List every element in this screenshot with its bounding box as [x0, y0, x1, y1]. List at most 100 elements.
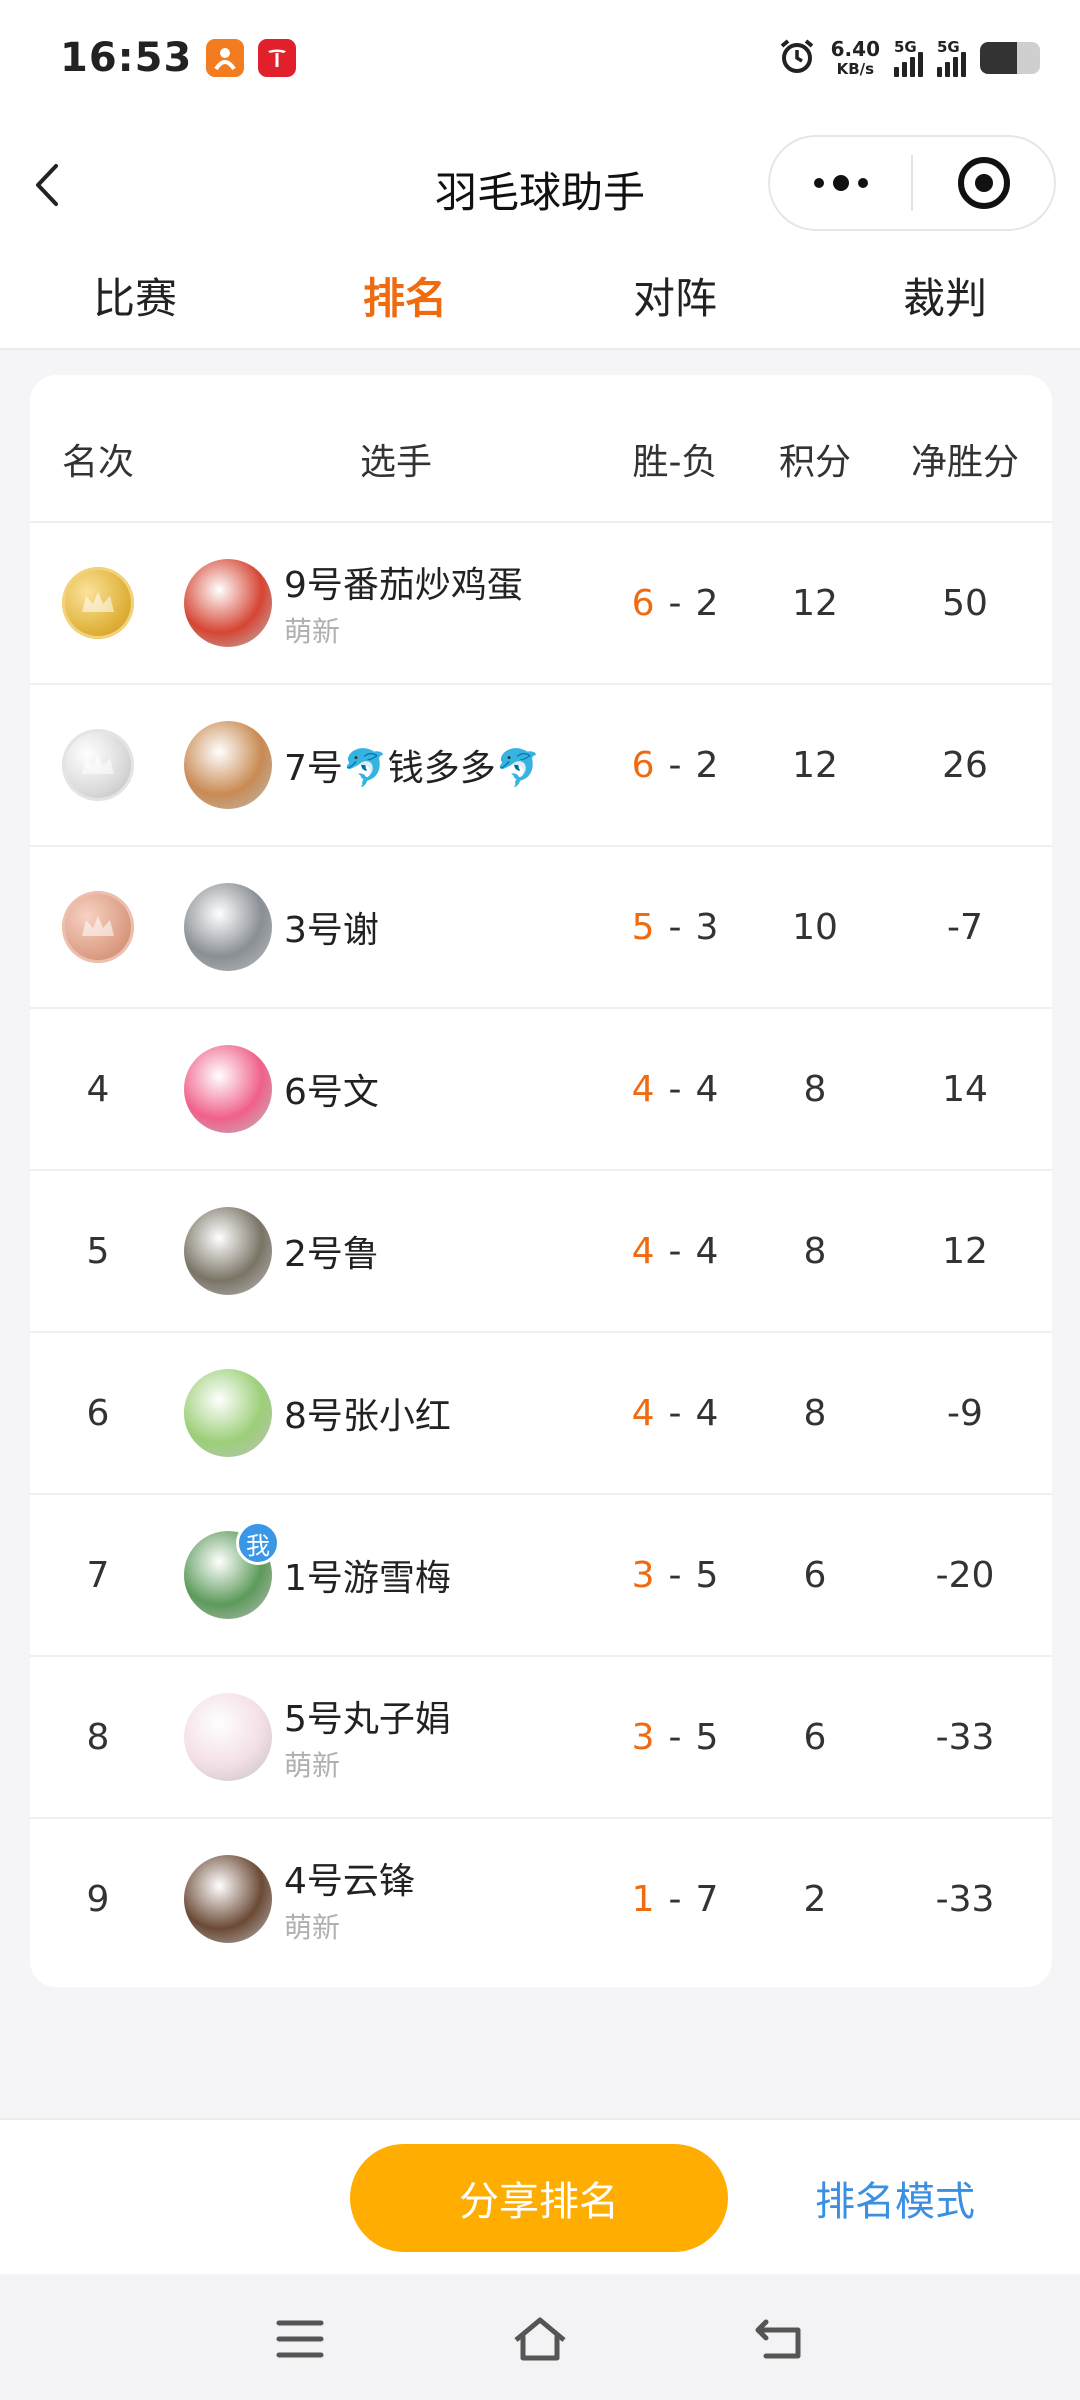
player-name: 6号文 — [284, 1072, 379, 1113]
close-miniprogram-button[interactable] — [913, 137, 1054, 229]
table-row[interactable]: 4 6号文 4-4 8 14 — [30, 1009, 1052, 1171]
win-loss-separator: - — [668, 1554, 682, 1596]
win-loss-separator: - — [668, 1392, 682, 1434]
player-avatar[interactable] — [184, 1693, 272, 1781]
player-avatar[interactable] — [184, 559, 272, 647]
win-loss-separator: - — [668, 1878, 682, 1920]
player-info: 4号云锋萌新 — [284, 1819, 415, 1979]
losses: 5 — [695, 1716, 719, 1758]
ranking-table: 名次 选手 胜-负 积分 净胜分 9号番茄炒鸡蛋 萌新 6-2 12 50 7号🐬钱多多🐬… — [30, 375, 1052, 1987]
rank-number: 4 — [86, 1068, 110, 1110]
rank-cell: 7 — [30, 1495, 166, 1655]
losses: 2 — [695, 744, 719, 786]
rank-number: 5 — [86, 1230, 110, 1272]
player-info: 7号🐬钱多多🐬 — [284, 685, 541, 845]
rank-cell: 6 — [30, 1333, 166, 1493]
ranking-mode-link[interactable]: 排名模式 — [800, 2144, 990, 2252]
points-cell: 12 — [792, 744, 838, 786]
alarm-icon — [777, 36, 817, 80]
net-points-cell: 14 — [942, 1068, 988, 1110]
points-cell: 12 — [792, 582, 838, 624]
table-row[interactable]: 9号番茄炒鸡蛋萌新 6-2 12 50 — [30, 523, 1052, 685]
table-row[interactable]: 9 4号云锋 萌新 1-7 2 -33 — [30, 1819, 1052, 1981]
header-points: 积分 — [778, 442, 851, 483]
player-info: 8号张小红 — [284, 1333, 451, 1493]
player-tag: 萌新 — [284, 1911, 341, 1944]
player-avatar[interactable] — [184, 1369, 272, 1457]
rank-number: 8 — [86, 1716, 110, 1758]
table-row[interactable]: 5 2号鲁 4-4 8 12 — [30, 1171, 1052, 1333]
tab-bar: 比赛 排名 对阵 裁判 — [0, 255, 1080, 350]
player-info: 6号文 — [284, 1009, 379, 1169]
win-loss-separator: - — [668, 1716, 682, 1758]
rank-cell: 5 — [30, 1171, 166, 1331]
player-tag: 萌新 — [284, 615, 341, 648]
win-loss-cell: 4-4 — [570, 1009, 780, 1169]
losses: 4 — [695, 1392, 719, 1434]
table-row[interactable]: 7号🐬钱多多🐬 6-2 12 26 — [30, 685, 1052, 847]
player-info: 5号丸子娟 萌新 — [284, 1657, 451, 1817]
wins: 3 — [631, 1554, 655, 1596]
header-rank: 名次 — [61, 442, 134, 483]
signal-2: 5G — [937, 38, 966, 77]
wins: 4 — [631, 1230, 655, 1272]
player-avatar[interactable] — [184, 1045, 272, 1133]
net-points-cell: 50 — [942, 582, 988, 624]
player-name: 4号云锋 — [284, 1861, 415, 1902]
player-avatar[interactable] — [184, 1207, 272, 1295]
rank-cell: 8 — [30, 1657, 166, 1817]
wins: 4 — [631, 1392, 655, 1434]
wins: 5 — [631, 906, 655, 948]
losses: 4 — [695, 1230, 719, 1272]
points-cell: 8 — [803, 1068, 827, 1110]
signal-1: 5G — [894, 38, 923, 77]
table-row[interactable]: 7 我 1号游雪梅 3-5 6 -20 — [30, 1495, 1052, 1657]
player-avatar[interactable] — [184, 1855, 272, 1943]
win-loss-separator: - — [668, 744, 682, 786]
win-loss-cell: 4-4 — [570, 1171, 780, 1331]
more-dots-icon — [813, 175, 868, 191]
more-button[interactable] — [770, 137, 911, 229]
miniprogram-capsule — [768, 135, 1056, 231]
player-avatar[interactable]: 我 — [184, 1521, 280, 1619]
table-row[interactable]: 6 8号张小红 4-4 8 -9 — [30, 1333, 1052, 1495]
player-name: 8号张小红 — [284, 1396, 451, 1437]
rank-cell: 9 — [30, 1819, 166, 1979]
header-win-loss: 胜-负 — [632, 442, 718, 483]
battery-icon — [980, 41, 1040, 74]
losses: 5 — [695, 1554, 719, 1596]
net-points-cell: -20 — [935, 1554, 995, 1596]
net-points-cell: -7 — [947, 906, 983, 948]
win-loss-separator: - — [668, 1068, 682, 1110]
player-avatar[interactable] — [184, 721, 272, 809]
points-cell: 2 — [803, 1878, 827, 1920]
player-avatar[interactable] — [184, 883, 272, 971]
navigation-bar: 羽毛球助手 — [0, 115, 1080, 255]
header-player: 选手 — [360, 442, 433, 483]
home-button[interactable] — [505, 2304, 575, 2374]
win-loss-cell: 6-2 — [570, 523, 780, 683]
table-row[interactable]: 3号谢 5-3 10 -7 — [30, 847, 1052, 1009]
status-time: 16:53 — [60, 34, 193, 81]
net-points-cell: -33 — [935, 1716, 995, 1758]
rank-number: 9 — [86, 1878, 110, 1920]
table-header: 名次 选手 胜-负 积分 净胜分 — [30, 375, 1052, 523]
table-row[interactable]: 8 5号丸子娟 萌新 3-5 6 -33 — [30, 1657, 1052, 1819]
tab-fixtures[interactable]: 对阵 — [540, 255, 810, 335]
menu-button[interactable] — [265, 2304, 335, 2374]
tab-referee[interactable]: 裁判 — [810, 255, 1080, 335]
tab-ranking[interactable]: 排名 — [270, 255, 540, 335]
win-loss-separator: - — [668, 906, 682, 948]
player-name: 7号🐬钱多多🐬 — [284, 748, 541, 789]
tab-matches[interactable]: 比赛 — [0, 255, 270, 335]
back-system-button[interactable] — [745, 2304, 815, 2374]
points-cell: 10 — [792, 906, 838, 948]
target-close-icon — [957, 157, 1010, 209]
net-points-cell: 12 — [942, 1230, 988, 1272]
share-ranking-button[interactable]: 分享排名 — [350, 2144, 728, 2252]
player-name: 2号鲁 — [284, 1234, 379, 1275]
rank-number: 7 — [86, 1554, 110, 1596]
signal-2-label: 5G — [937, 38, 960, 56]
rank-number: 6 — [86, 1392, 110, 1434]
player-name: 9号番茄炒鸡蛋 — [284, 565, 523, 606]
